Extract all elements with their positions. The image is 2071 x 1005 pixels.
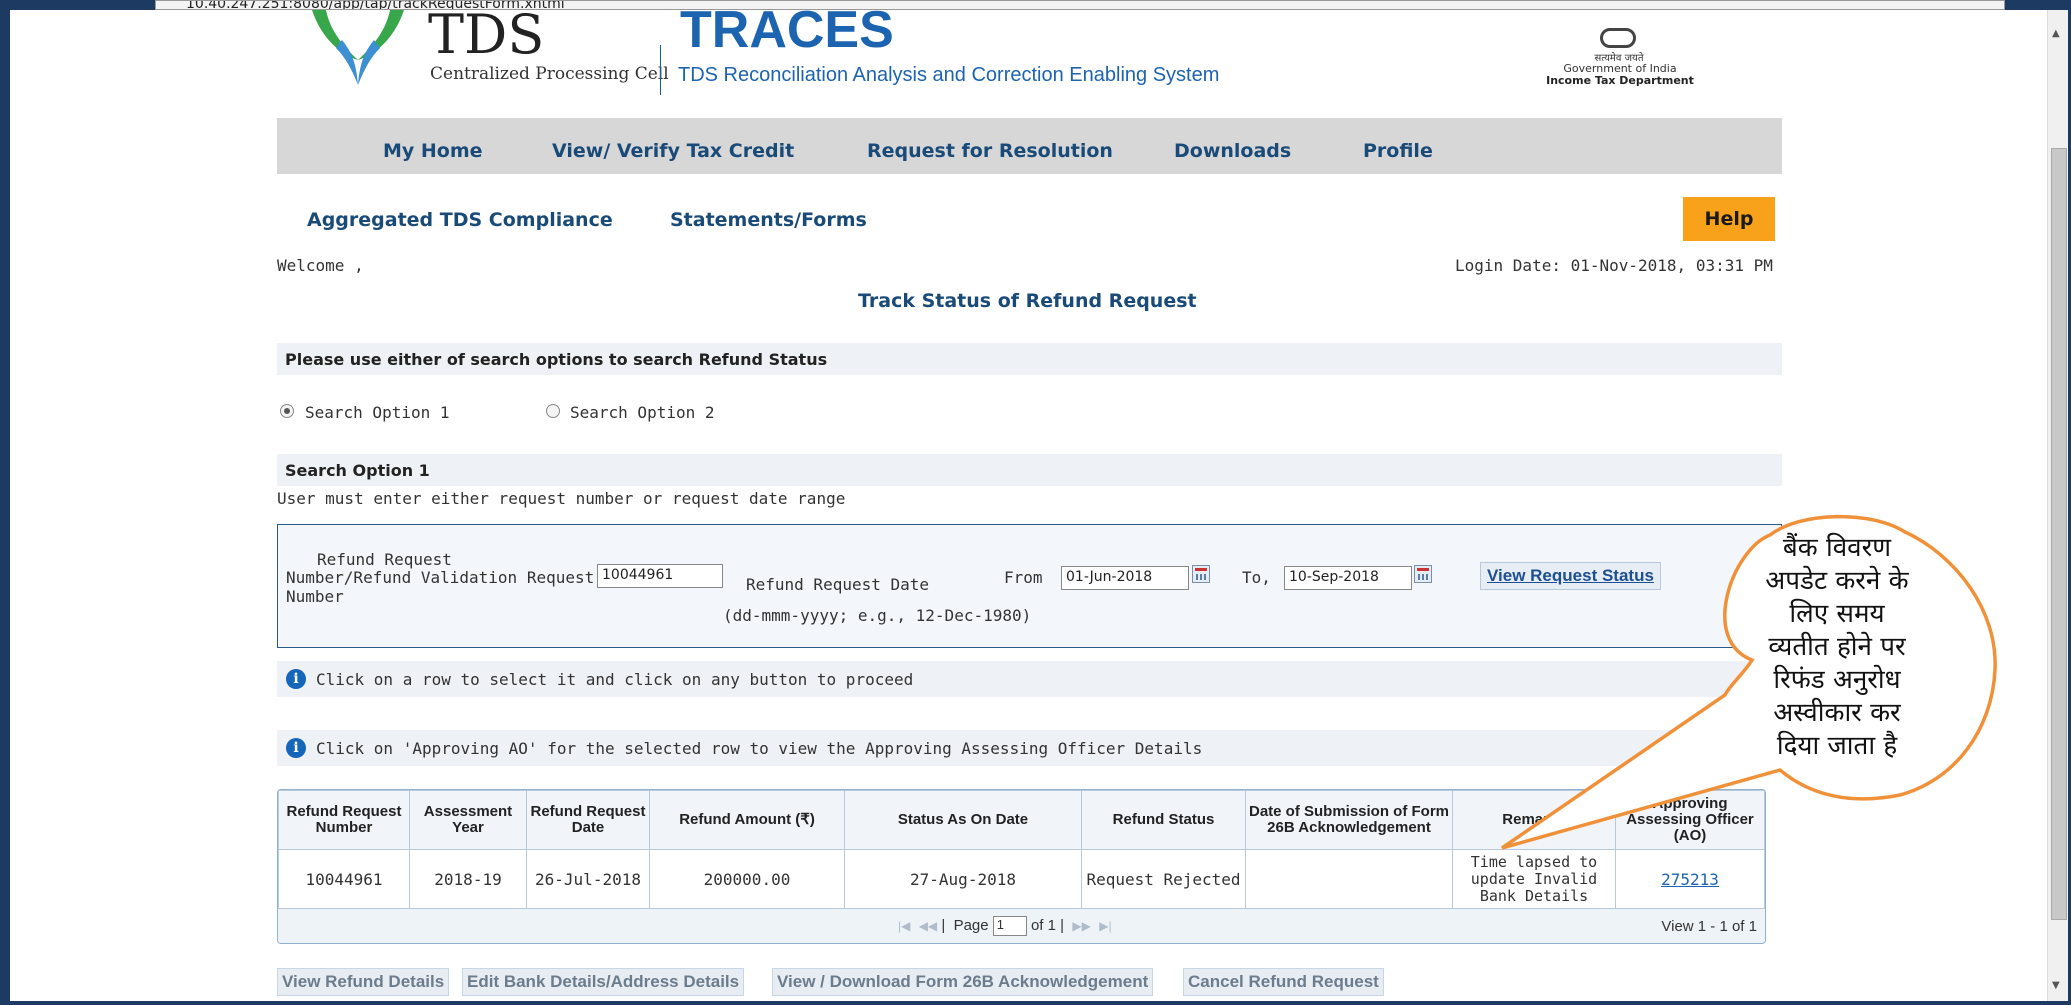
cancel-refund-request-button[interactable]: Cancel Refund Request [1183, 968, 1384, 996]
search-option-1-label[interactable]: Search Option 1 [305, 403, 450, 422]
header-divider [660, 45, 661, 95]
tds-logo-icon [312, 10, 404, 85]
view-download-form26b-button[interactable]: View / Download Form 26B Acknowledgement [772, 968, 1154, 996]
to-date-input[interactable]: 10-Sep-2018 [1284, 566, 1412, 590]
callout-line: रिफंड अनुरोध [1773, 665, 1901, 695]
view-request-status-button[interactable]: View Request Status [1480, 562, 1661, 590]
scrollbar-thumb[interactable] [2051, 148, 2067, 920]
cell-approving-ao: 275213 [1615, 849, 1765, 909]
table-pager: |◀ ◀◀ | Page 1 of 1 | ▶▶ ▶| View 1 - 1 o… [278, 908, 1765, 943]
search-option-note: User must enter either request number or… [277, 489, 846, 508]
page-number-input[interactable]: 1 [992, 916, 1027, 936]
first-page-icon[interactable]: |◀ [898, 919, 910, 933]
menu-item-my-home[interactable]: My Home [383, 140, 483, 162]
traces-subtitle: TDS Reconciliation Analysis and Correcti… [678, 64, 1220, 86]
to-calendar-icon[interactable] [1414, 565, 1432, 583]
callout-line: अस्वीकार कर [1773, 698, 1901, 728]
refund-requests-table: Refund Request Number Assessment Year Re… [277, 789, 1766, 944]
next-page-icon[interactable]: ▶▶ [1072, 919, 1090, 933]
pager-view-count: View 1 - 1 of 1 [1661, 918, 1757, 935]
col-header-remarks[interactable]: Remarks [1452, 790, 1616, 850]
cell-remarks: Time lapsed to update Invalid Bank Detai… [1452, 849, 1616, 909]
from-calendar-icon[interactable] [1192, 565, 1210, 583]
col-header-approving-ao[interactable]: Approving Assessing Officer (AO) [1615, 790, 1765, 850]
menu-item-request-for-resolution[interactable]: Request for Resolution [867, 140, 1113, 162]
table-row[interactable]: 10044961 2018-19 26-Jul-2018 200000.00 2… [278, 849, 1765, 909]
last-page-icon[interactable]: ▶| [1099, 919, 1111, 933]
gov-line2: Income Tax Department [1546, 74, 1694, 87]
request-number-label-2: Number/Refund Validation Request [286, 568, 595, 587]
menu-item-view-verify-tax-credit[interactable]: View/ Verify Tax Credit [552, 140, 794, 162]
page-of-label: of 1 [1030, 916, 1056, 934]
view-refund-details-button[interactable]: View Refund Details [277, 968, 450, 996]
menu-item-downloads[interactable]: Downloads [1174, 140, 1291, 162]
menu-item-aggregated-tds-compliance[interactable]: Aggregated TDS Compliance [307, 209, 613, 231]
col-header-form26b-date[interactable]: Date of Submission of Form 26B Acknowled… [1245, 790, 1453, 850]
scroll-down-icon[interactable]: ▼ [2052, 980, 2060, 991]
info-approving-ao-text: Click on 'Approving AO' for the selected… [316, 739, 1203, 758]
request-number-label-3: Number [286, 587, 344, 606]
date-format-hint: (dd-mmm-yyyy; e.g., 12-Dec-1980) [723, 606, 1032, 625]
col-header-request-number[interactable]: Refund Request Number [278, 790, 410, 850]
info-row-select-text: Click on a row to select it and click on… [316, 670, 914, 689]
scroll-up-icon[interactable]: ▲ [2052, 28, 2060, 39]
table-header-row: Refund Request Number Assessment Year Re… [278, 790, 1765, 850]
info-icon: i [286, 738, 306, 758]
col-header-request-date[interactable]: Refund Request Date [526, 790, 650, 850]
welcome-text: Welcome , [277, 256, 364, 275]
prev-page-icon[interactable]: ◀◀ [919, 919, 937, 933]
menu-item-statements-forms[interactable]: Statements/Forms [670, 209, 867, 231]
request-number-label-1: Refund Request [317, 550, 452, 569]
menu-item-profile[interactable]: Profile [1363, 140, 1433, 162]
vertical-scrollbar[interactable]: ▲ ▼ [2047, 10, 2068, 1001]
search-option-2-radio[interactable] [546, 404, 560, 418]
search-option-2-label[interactable]: Search Option 2 [570, 403, 715, 422]
help-button[interactable]: Help [1683, 197, 1775, 241]
approving-ao-link[interactable]: 275213 [1661, 870, 1719, 889]
callout-line: लिए समय [1789, 599, 1885, 629]
search-option-section-title: Search Option 1 [285, 461, 430, 480]
page-label: Page [953, 916, 989, 934]
refund-request-date-label: Refund Request Date [746, 575, 930, 594]
search-option-1-radio[interactable] [280, 404, 294, 418]
from-label: From [1004, 568, 1043, 587]
search-instruction: Please use either of search options to s… [285, 350, 828, 369]
search-option-section-band [277, 454, 1782, 486]
col-header-refund-amount[interactable]: Refund Amount (₹) [649, 790, 845, 850]
col-header-refund-status[interactable]: Refund Status [1081, 790, 1246, 850]
edit-bank-details-button[interactable]: Edit Bank Details/Address Details [462, 968, 745, 996]
login-date: Login Date: 01-Nov-2018, 03:31 PM [1455, 256, 1773, 275]
cell-amount: 200000.00 [649, 849, 845, 909]
callout-line: अपडेट करने के [1765, 566, 1909, 596]
from-date-input[interactable]: 01-Jun-2018 [1061, 566, 1189, 590]
request-number-input[interactable]: 10044961 [597, 564, 723, 588]
cell-assessment-year: 2018-19 [409, 849, 527, 909]
callout-line: बैंक विवरण [1782, 533, 1892, 563]
national-emblem-icon [1600, 28, 1636, 48]
tds-logo-text: TDS [428, 8, 545, 54]
info-icon: i [286, 669, 306, 689]
pager-nav: |◀ ◀◀ | Page 1 of 1 | ▶▶ ▶| [898, 916, 1112, 936]
col-header-status-date[interactable]: Status As On Date [844, 790, 1082, 850]
callout-line: दिया जाता है [1776, 731, 1898, 761]
to-label: To, [1242, 568, 1271, 587]
callout-line: व्यतीत होने पर [1768, 632, 1906, 662]
cell-request-number: 10044961 [278, 849, 410, 909]
cell-status-date: 27-Aug-2018 [844, 849, 1082, 909]
callout-text: बैंक विवरण अपडेट करने के लिए समय व्यतीत … [1747, 532, 1927, 763]
cpc-text: Centralized Processing Cell [430, 64, 669, 84]
traces-title: TRACES [680, 4, 894, 52]
col-header-assessment-year[interactable]: Assessment Year [409, 790, 527, 850]
cell-request-date: 26-Jul-2018 [526, 849, 650, 909]
cell-status: Request Rejected [1081, 849, 1246, 909]
cell-form26b-date [1245, 849, 1453, 909]
page-title: Track Status of Refund Request [858, 290, 1197, 312]
